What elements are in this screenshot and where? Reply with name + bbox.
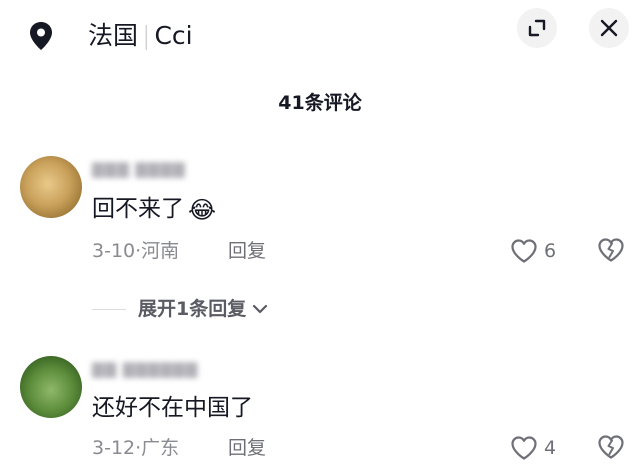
- expand-icon: [528, 19, 546, 37]
- close-icon: [600, 19, 618, 37]
- location-pin-icon[interactable]: [28, 21, 54, 51]
- divider-line: [92, 308, 126, 310]
- heart-outline-icon: [511, 239, 537, 263]
- comment-body: 回不来了: [92, 196, 184, 222]
- username[interactable]: ▇▇▇ ▇▇▇▇: [92, 158, 186, 180]
- location-name: 法国: [88, 21, 139, 50]
- comment-meta: 3-12·广东: [92, 434, 179, 462]
- like-count: 4: [544, 437, 557, 459]
- location-sub: Cci: [154, 21, 193, 50]
- comment-meta: 3-10·河南: [92, 237, 179, 265]
- comment-date: 3-10: [92, 240, 136, 262]
- location-separator: |: [142, 21, 151, 50]
- heart-outline-icon: [511, 436, 537, 460]
- avatar[interactable]: [20, 156, 82, 218]
- close-button[interactable]: [589, 8, 629, 48]
- comment-region: 广东: [141, 437, 180, 459]
- comment-date: 3-12: [92, 437, 136, 459]
- like-button[interactable]: 4: [510, 434, 556, 462]
- location-label[interactable]: 法国 | Cci: [88, 18, 193, 54]
- comment-text: 回不来了 😂: [92, 192, 216, 227]
- expand-button[interactable]: [517, 8, 557, 48]
- broken-heart-icon[interactable]: [597, 237, 625, 263]
- username[interactable]: ▇▇ ▇▇▇▇▇▇: [92, 358, 198, 380]
- laughing-emoji-icon: 😂: [188, 196, 217, 224]
- comment-count-title: 41条评论: [278, 92, 362, 114]
- expand-replies-label: 展开1条回复: [138, 298, 247, 320]
- comment-region: 河南: [141, 240, 180, 262]
- avatar[interactable]: [20, 356, 82, 418]
- like-count: 6: [544, 240, 557, 262]
- top-bar: 法国 | Cci: [0, 0, 640, 72]
- expand-replies-button[interactable]: 展开1条回复: [92, 295, 270, 323]
- comment-text: 还好不在中国了: [92, 395, 253, 421]
- like-button[interactable]: 6: [510, 237, 556, 265]
- chevron-down-icon: [253, 304, 268, 314]
- broken-heart-icon[interactable]: [597, 434, 625, 460]
- reply-button[interactable]: 回复: [228, 237, 266, 265]
- reply-button[interactable]: 回复: [228, 434, 266, 462]
